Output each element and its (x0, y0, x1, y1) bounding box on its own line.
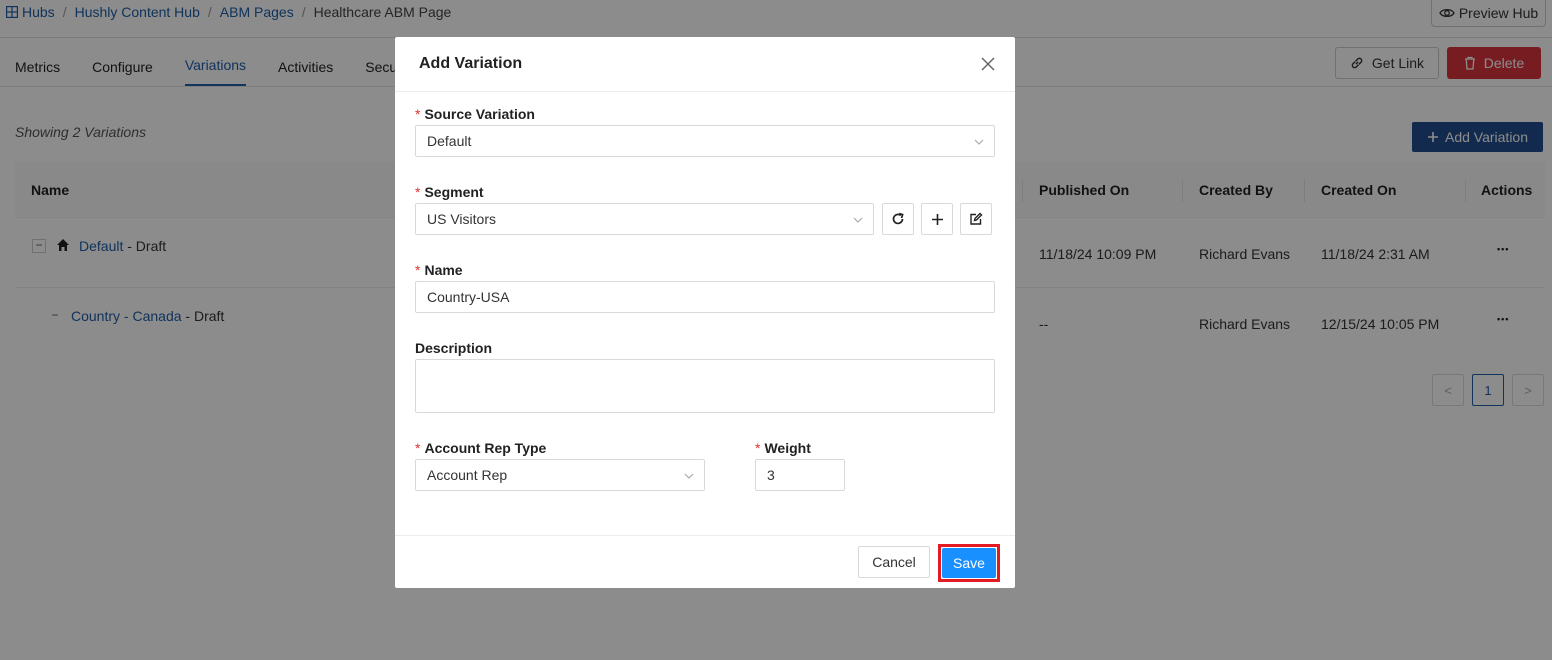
save-button[interactable]: Save (942, 548, 996, 578)
edit-segment-button[interactable] (960, 203, 992, 235)
weight-input[interactable]: 3 (755, 459, 845, 491)
description-label: Description (415, 340, 493, 356)
required-mark: * (415, 262, 421, 278)
required-mark: * (415, 440, 421, 456)
add-segment-button[interactable] (921, 203, 953, 235)
modal-footer-divider (395, 535, 1015, 536)
plus-icon (931, 213, 943, 225)
segment-label-text: Segment (424, 184, 484, 200)
source-variation-label: * Source Variation (415, 106, 535, 122)
name-input-value: Country-USA (427, 289, 510, 305)
weight-input-value: 3 (767, 467, 775, 483)
source-variation-label-text: Source Variation (424, 106, 535, 122)
account-rep-type-select[interactable]: Account Rep (415, 459, 705, 491)
close-icon[interactable] (978, 54, 998, 74)
required-mark: * (755, 440, 761, 456)
segment-value: US Visitors (427, 211, 496, 227)
refresh-icon (892, 212, 904, 225)
cancel-button[interactable]: Cancel (858, 546, 930, 578)
account-rep-type-label: * Account Rep Type (415, 440, 546, 456)
name-input[interactable]: Country-USA (415, 281, 995, 313)
add-variation-modal: Add Variation * Source Variation Default … (395, 37, 1015, 588)
edit-icon (970, 212, 983, 225)
modal-title: Add Variation (419, 55, 523, 72)
name-label: * Name (415, 262, 463, 278)
required-mark: * (415, 184, 421, 200)
segment-select[interactable]: US Visitors (415, 203, 874, 235)
description-textarea[interactable] (415, 359, 995, 413)
name-label-text: Name (424, 262, 463, 278)
source-variation-select[interactable]: Default (415, 125, 995, 157)
refresh-segments-button[interactable] (882, 203, 914, 235)
chevron-down-icon (684, 473, 694, 479)
account-rep-type-label-text: Account Rep Type (424, 440, 547, 456)
chevron-down-icon (974, 139, 984, 145)
account-rep-type-value: Account Rep (427, 467, 508, 483)
weight-label-text: Weight (764, 440, 811, 456)
chevron-down-icon (853, 217, 863, 223)
segment-label: * Segment (415, 184, 484, 200)
required-mark: * (415, 106, 421, 122)
source-variation-value: Default (427, 133, 472, 149)
weight-label: * Weight (755, 440, 811, 456)
modal-header-divider (395, 91, 1015, 92)
